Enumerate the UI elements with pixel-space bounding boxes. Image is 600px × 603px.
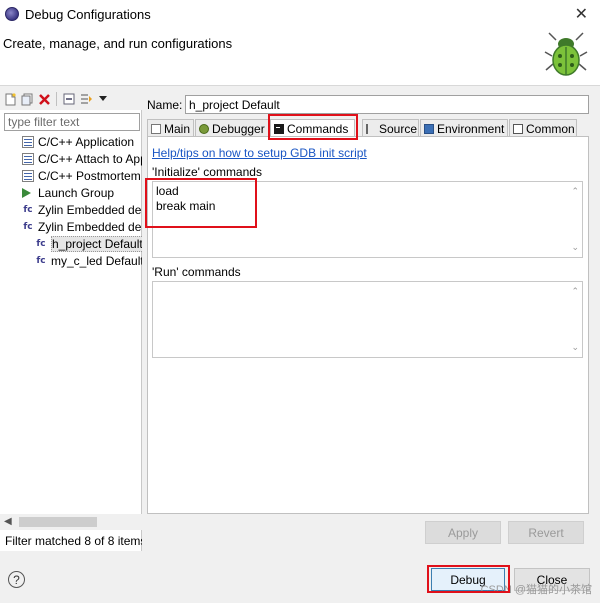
name-label: Name: [147, 98, 183, 112]
scroll-down-icon[interactable]: ⌄ [571, 340, 579, 355]
tab-label: Debugger [212, 121, 265, 136]
launch-group-icon [22, 188, 31, 198]
dropdown-icon[interactable] [96, 92, 110, 106]
config-toolbar [0, 88, 142, 110]
tree-item-launch-group[interactable]: Launch Group [22, 185, 114, 201]
apply-button[interactable]: Apply [425, 521, 501, 544]
tab-debugger[interactable]: Debugger [195, 119, 269, 137]
scrollbar-thumb[interactable] [19, 517, 97, 527]
delete-icon[interactable] [37, 92, 51, 106]
collapse-all-icon[interactable] [62, 92, 76, 106]
common-tab-icon [513, 123, 523, 134]
tab-label: Source [379, 121, 418, 136]
dialog-button-bar: ? Debug Close CSDN @猫猫的小茶馆 [0, 551, 600, 603]
tab-label: Commands [287, 121, 349, 136]
window-title: Debug Configurations [25, 6, 151, 22]
zylin-config-icon: fc [36, 256, 46, 266]
source-tab-icon [366, 123, 376, 134]
cpp-config-icon [22, 136, 34, 148]
tab-source[interactable]: Source [362, 119, 419, 137]
tree-item-my-c-led-default[interactable]: fc my_c_led Default [35, 253, 142, 269]
tree-item-h-project-default[interactable]: fc h_project Default [35, 236, 142, 252]
run-commands-label: 'Run' commands [152, 265, 241, 279]
new-config-icon[interactable] [3, 92, 17, 106]
tab-commands[interactable]: Commands [270, 119, 355, 137]
tree-item-label: h_project Default [51, 236, 142, 252]
tree-item-label: Zylin Embedded debug (Native) [38, 220, 142, 234]
cpp-config-icon [22, 170, 34, 182]
tree-item-label: C/C++ Application [38, 135, 135, 149]
main-tab-icon [151, 123, 161, 134]
cpp-config-icon [22, 153, 34, 165]
tab-label: Main [164, 121, 191, 136]
scroll-up-icon[interactable]: ⌃ [571, 284, 579, 299]
filter-icon[interactable] [79, 92, 93, 106]
command-line: break main [156, 199, 216, 213]
filter-status: Filter matched 8 of 8 items [5, 534, 142, 548]
tab-environment[interactable]: Environment [420, 119, 508, 137]
tree-item-label: Launch Group [38, 186, 115, 200]
initialize-commands-label: 'Initialize' commands [152, 165, 262, 179]
configuration-tree: C/C++ Application C/C++ Attach to Applic… [0, 134, 142, 514]
scroll-left-icon[interactable]: ◀ [4, 516, 12, 527]
tree-item-label: my_c_led Default [51, 254, 142, 268]
bug-icon [544, 32, 588, 76]
initialize-commands-textarea[interactable]: load break main ⌃ ⌄ [152, 181, 583, 258]
revert-button[interactable]: Revert [508, 521, 584, 544]
commands-tab-icon [274, 123, 284, 134]
configuration-editor-panel: Name: Main Debugger Commands Source Envi… [143, 88, 600, 551]
eclipse-app-icon [5, 7, 19, 21]
tree-item-cpp-application[interactable]: C/C++ Application [22, 134, 134, 150]
configuration-list-panel: C/C++ Application C/C++ Attach to Applic… [0, 88, 142, 551]
name-field[interactable] [185, 95, 589, 114]
close-window-icon[interactable]: ✕ [575, 4, 588, 24]
environment-tab-icon [424, 123, 434, 134]
scroll-up-icon[interactable]: ⌃ [571, 184, 579, 199]
title-bar: Debug Configurations ✕ [0, 0, 600, 28]
tab-main[interactable]: Main [147, 119, 194, 137]
tab-label: Environment [437, 121, 505, 136]
gdb-help-link[interactable]: Help/tips on how to setup GDB init scrip… [152, 146, 367, 160]
dialog-heading: Create, manage, and run configurations [3, 36, 233, 51]
zylin-config-icon: fc [23, 205, 33, 215]
zylin-config-icon: fc [36, 239, 46, 249]
tree-item-cpp-attach[interactable]: C/C++ Attach to Application [22, 151, 142, 167]
debugger-tab-icon [199, 123, 209, 134]
tree-item-zylin-cygwin[interactable]: fc Zylin Embedded debug (Cygwin) [22, 202, 142, 218]
horizontal-scrollbar[interactable]: ◀ [0, 514, 142, 530]
dialog-header: Create, manage, and run configurations [0, 28, 600, 86]
toolbar-separator [56, 92, 57, 106]
command-line: load [156, 184, 179, 198]
tree-item-cpp-postmortem[interactable]: C/C++ Postmortem Debugger [22, 168, 142, 184]
tab-common[interactable]: Common [509, 119, 577, 137]
tab-label: Common [526, 121, 575, 136]
tree-item-label: C/C++ Postmortem Debugger [38, 169, 142, 183]
tree-item-zylin-native[interactable]: fc Zylin Embedded debug (Native) [22, 219, 142, 235]
zylin-config-icon: fc [23, 222, 33, 232]
commands-tab-content: Help/tips on how to setup GDB init scrip… [147, 136, 589, 514]
scroll-down-icon[interactable]: ⌄ [571, 240, 579, 255]
duplicate-icon[interactable] [20, 92, 34, 106]
tree-item-label: Zylin Embedded debug (Cygwin) [38, 203, 142, 217]
config-tabs: Main Debugger Commands Source Environmen… [147, 119, 589, 137]
run-commands-textarea[interactable]: ⌃ ⌄ [152, 281, 583, 358]
tree-item-label: C/C++ Attach to Application [38, 152, 142, 166]
watermark: CSDN @猫猫的小茶馆 [480, 584, 592, 596]
filter-input[interactable] [4, 113, 140, 131]
help-icon[interactable]: ? [8, 571, 25, 588]
